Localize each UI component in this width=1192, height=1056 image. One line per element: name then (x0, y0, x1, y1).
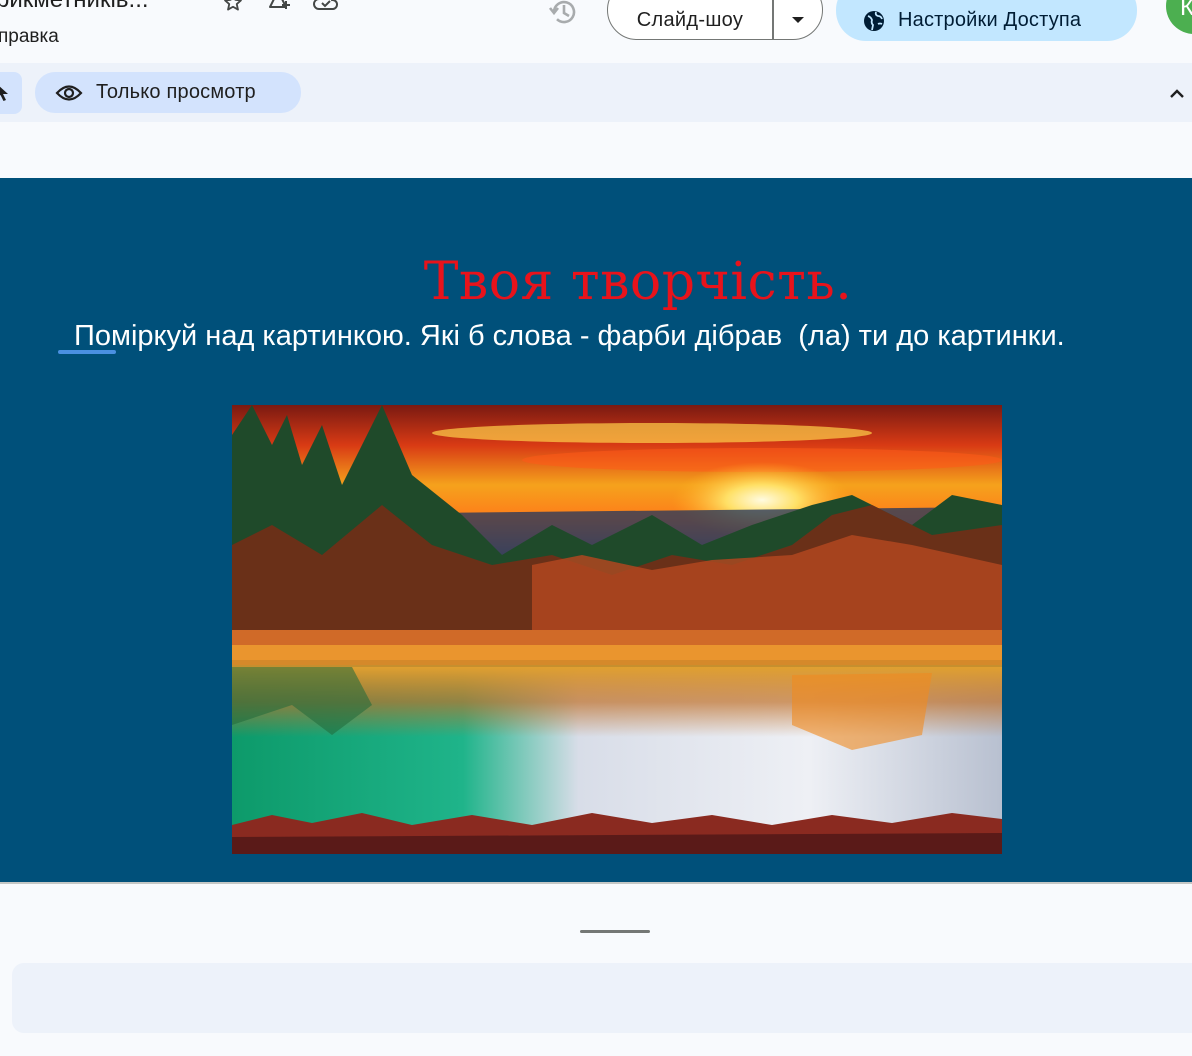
cursor-icon (0, 86, 8, 101)
view-only-label: Только просмотр (96, 81, 256, 103)
slides-app: рикметників... правка Слайд-шоу Настройк… (0, 0, 1192, 1056)
slide-title: Твоя творчість. (423, 252, 853, 312)
avatar[interactable]: К (1166, 0, 1192, 34)
menu-item-edit[interactable]: правка (0, 26, 59, 48)
slideshow-button-group: Слайд-шоу (607, 0, 823, 40)
view-only-badge[interactable]: Только просмотр (35, 72, 301, 113)
slideshow-dropdown-button[interactable] (774, 0, 823, 39)
slideshow-button[interactable]: Слайд-шоу (608, 0, 772, 39)
slide-subtitle: Поміркуй над картинкою. Які б слова - фа… (66, 320, 1065, 352)
landscape-image (232, 405, 1002, 854)
spellcheck-underline (58, 350, 116, 354)
caret-down-icon (791, 17, 804, 23)
toolbar: Только просмотр (0, 63, 1192, 122)
history-icon[interactable] (546, 0, 582, 30)
slide-canvas[interactable]: Твоя творчість. Поміркуй над картинкою. … (0, 178, 1192, 882)
chevron-up-icon[interactable] (1166, 83, 1188, 105)
access-settings-button[interactable]: Настройки Доступа (836, 0, 1137, 41)
app-header: рикметників... правка Слайд-шоу Настройк… (0, 0, 1192, 62)
document-title[interactable]: рикметників... (0, 0, 149, 14)
star-icon[interactable] (218, 0, 248, 16)
canvas-margin (0, 122, 1192, 178)
cursor-button[interactable] (0, 72, 22, 114)
access-settings-label: Настройки Доступа (898, 9, 1082, 31)
eye-icon (55, 84, 83, 101)
cloud-saved-icon[interactable] (311, 0, 341, 16)
speaker-notes-panel[interactable] (12, 963, 1192, 1033)
slide-border (0, 882, 1192, 884)
add-to-drive-icon[interactable] (265, 0, 295, 16)
globe-icon (864, 10, 884, 31)
notes-resize-handle[interactable] (580, 930, 650, 933)
